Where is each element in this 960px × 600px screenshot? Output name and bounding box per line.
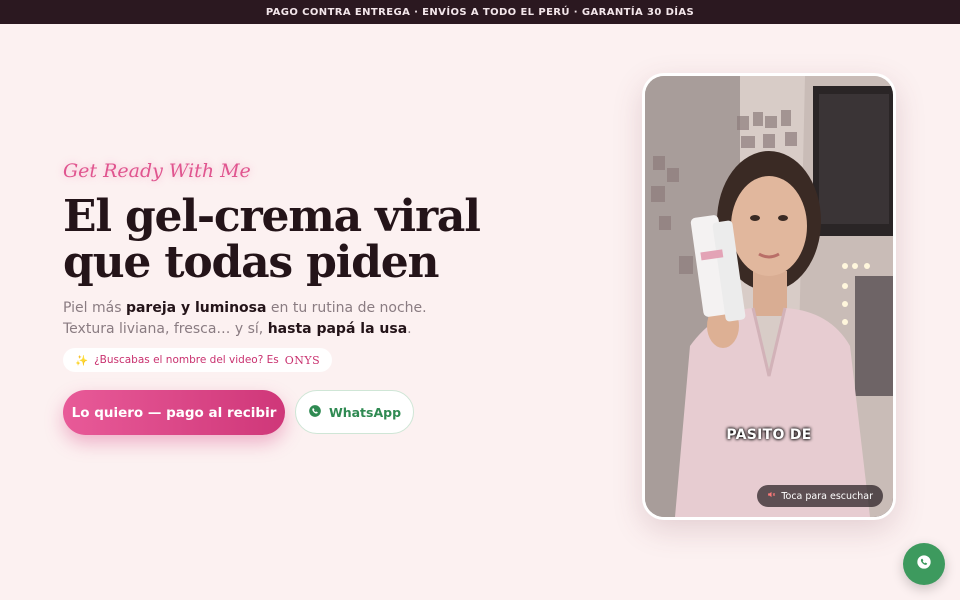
video-caption: PASITO DE bbox=[726, 427, 812, 443]
hero-kicker: Get Ready With Me bbox=[63, 160, 251, 182]
video-frame-illustration bbox=[645, 76, 893, 517]
hero-section: Get Ready With Me El gel-crema viral que… bbox=[63, 160, 583, 435]
subtitle-text: en tu rutina de noche. bbox=[266, 300, 427, 316]
subtitle-text: Textura liviana, fresca… y sí, bbox=[63, 321, 268, 337]
product-video[interactable]: PASITO DE Toca para escuchar bbox=[645, 76, 893, 517]
subtitle-text: . bbox=[407, 321, 412, 337]
whatsapp-button[interactable]: WhatsApp bbox=[295, 390, 414, 434]
brand-name: ONYS bbox=[284, 353, 321, 367]
cta-group: Lo quiero — pago al recibir WhatsApp bbox=[63, 390, 583, 435]
product-name-pill: ✨ ¿Buscabas el nombre del video? Es ONYS bbox=[63, 348, 333, 372]
whatsapp-icon bbox=[308, 404, 322, 421]
hero-headline: El gel-crema viral que todas piden bbox=[63, 194, 583, 286]
headline-line-1: El gel-crema viral bbox=[63, 191, 481, 242]
pill-text: ¿Buscabas el nombre del video? Es bbox=[94, 354, 279, 366]
announcement-text: PAGO CONTRA ENTREGA · ENVÍOS A TODO EL P… bbox=[265, 6, 695, 18]
sparkles-icon: ✨ bbox=[75, 354, 89, 367]
buy-now-button[interactable]: Lo quiero — pago al recibir bbox=[63, 390, 285, 435]
tap-to-listen-chip[interactable]: Toca para escuchar bbox=[757, 485, 883, 507]
whatsapp-icon bbox=[916, 554, 932, 574]
subtitle-bold: hasta papá la usa bbox=[267, 321, 408, 337]
announcement-bar: PAGO CONTRA ENTREGA · ENVÍOS A TODO EL P… bbox=[0, 0, 960, 24]
sound-label: Toca para escuchar bbox=[781, 490, 873, 502]
subtitle-text: Piel más bbox=[63, 300, 126, 316]
muted-speaker-icon bbox=[767, 490, 776, 502]
headline-line-2: que todas piden bbox=[63, 237, 440, 288]
whatsapp-label: WhatsApp bbox=[328, 404, 402, 420]
video-card[interactable]: PASITO DE Toca para escuchar bbox=[642, 73, 896, 520]
whatsapp-floating-button[interactable] bbox=[903, 543, 945, 585]
subtitle-bold: pareja y luminosa bbox=[125, 300, 267, 316]
hero-subtitle: Piel más pareja y luminosa en tu rutina … bbox=[63, 298, 583, 340]
